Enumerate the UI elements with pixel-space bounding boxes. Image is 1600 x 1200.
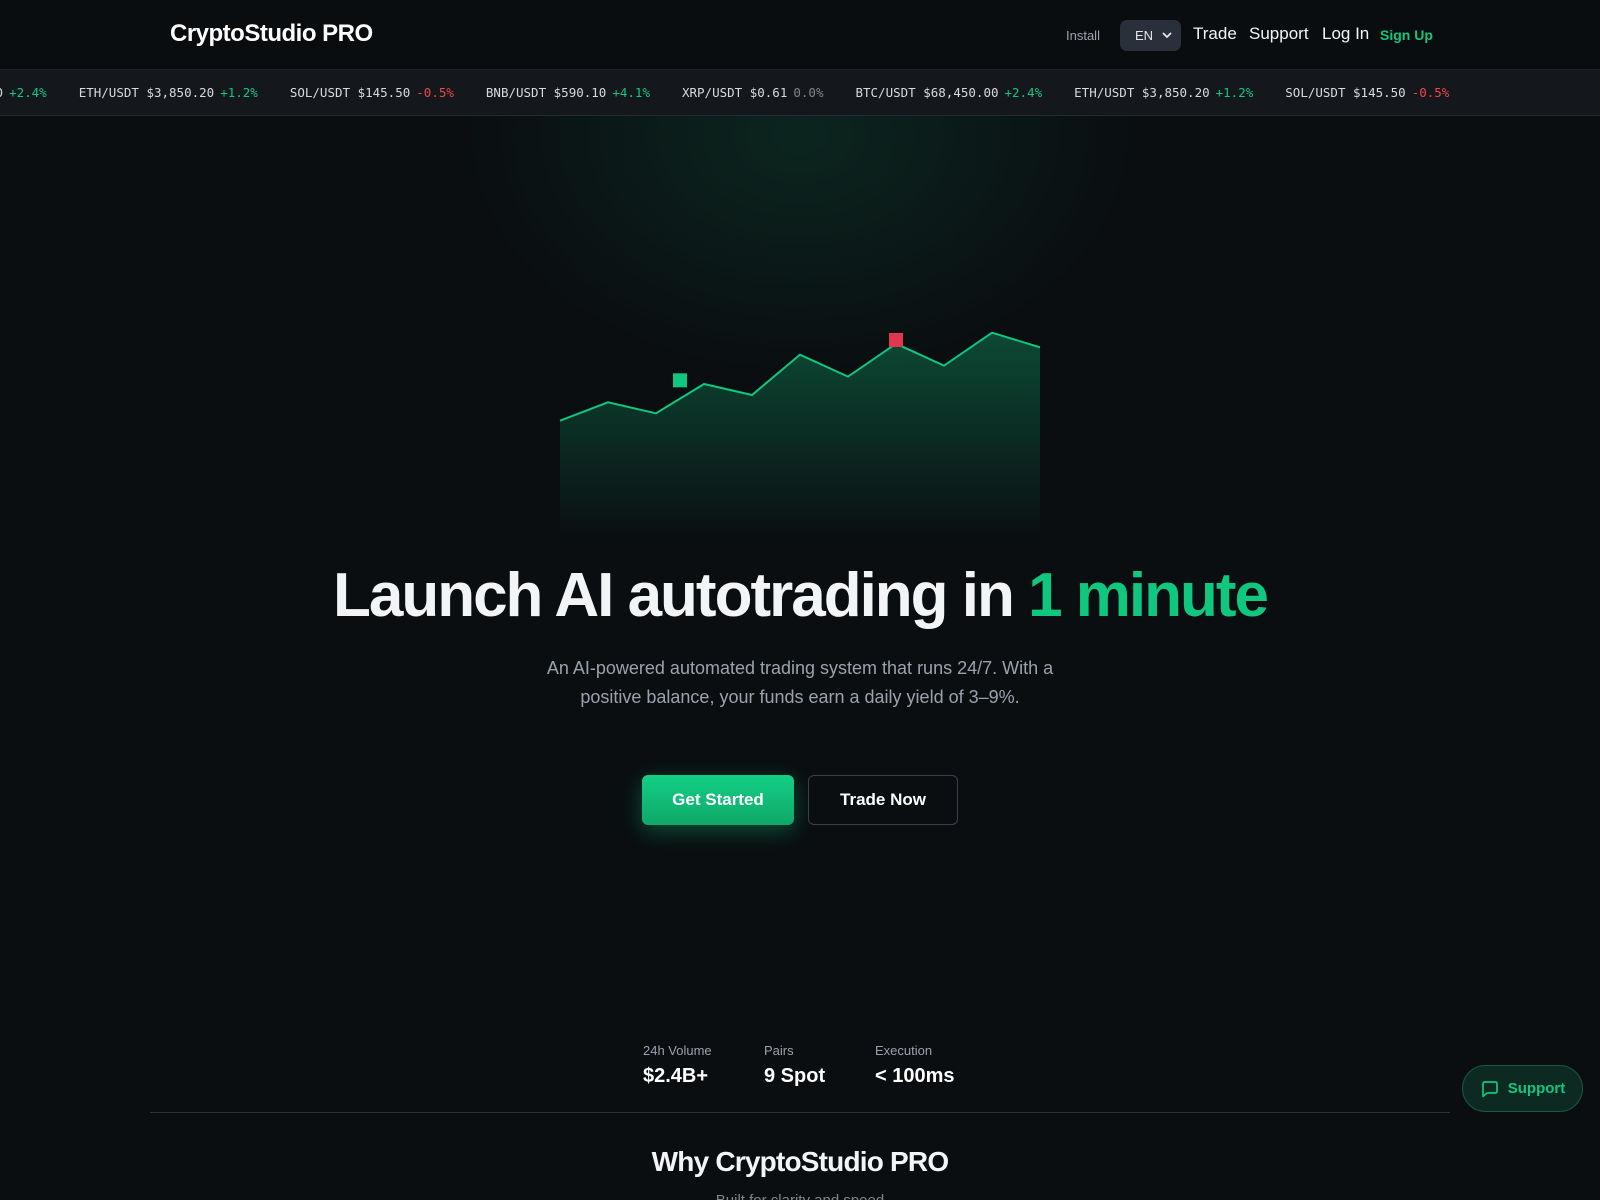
hero-subtitle: An AI-powered automated trading system t… [546,658,1054,707]
ticker-pair: SOL/USDT [289,85,351,100]
install-link[interactable]: Install [1066,28,1100,43]
section-title: Why CryptoStudio PRO [651,1146,949,1177]
chevron-down-icon [1162,32,1172,38]
ticker-pair-price: $68,450.00 [923,85,999,100]
trade-now-button[interactable]: Trade Now [808,775,958,825]
nav-trade[interactable]: Trade [1193,24,1237,44]
ticker-pair: BTC/USDT [855,85,916,100]
hero-headline: Launch AI autotrading in 1 minute [0,560,1600,631]
ticker-item: ETH/USDT $3,850.20 +1.2% [79,85,258,100]
ticker-item: XRP/USDT $0.61 0.0% [682,85,824,100]
stat-label: 24h Volume [643,1043,712,1058]
ticker-pair: ETH/USDT [78,85,139,100]
support-chat-button[interactable]: Support [1462,1065,1583,1112]
ticker-pair-price: 00 [0,85,3,100]
chart-area [560,332,1040,540]
stat-volume: 24h Volume $2.4B+ [643,1043,712,1088]
nav-support[interactable]: Support [1249,24,1309,44]
brand-logo[interactable]: CryptoStudio PRO [170,20,373,48]
ticker-change: 0.0% [793,85,824,100]
ticker-pair: SOL/USDT [1285,85,1346,100]
ticker-change: +2.4% [1004,85,1043,100]
ticker-pair-price: $145.50 [357,85,411,100]
ticker-pair-price: $3,850.20 [1141,85,1210,100]
stat-pairs: Pairs 9 Spot [764,1043,825,1088]
ticker-item: BTC/USDT $68,450.00 +2.4% [855,85,1042,100]
nav-signup[interactable]: Sign Up [1380,27,1433,43]
ticker-pair-price: $3,850.20 [146,85,215,100]
ticker-item: SOL/USDT $145.50 -0.5% [290,85,454,100]
section-subtitle: Built for clarity and speed [0,1192,1600,1200]
get-started-button[interactable]: Get Started [642,775,794,825]
stat-value: $2.4B+ [643,1065,709,1087]
stat-label: Pairs [764,1043,794,1058]
ticker-item: SOL/USDT $145.50 -0.5% [1285,85,1449,100]
hero-chart [559,331,1041,540]
ticker-change: -0.5% [1411,85,1450,100]
nav-login[interactable]: Log In [1322,24,1369,44]
ticker-change: +1.2% [220,85,258,100]
chat-bubble-icon [1481,1080,1498,1097]
chart-marker [889,333,903,347]
ticker-item: ETH/USDT $3,850.20 +1.2% [1074,85,1253,100]
ticker-item: 00 +2.4% [0,85,47,100]
ticker-change: -0.5% [416,85,454,100]
language-value: EN [1135,28,1154,43]
ticker-pair: ETH/USDT [1074,85,1135,100]
price-ticker: 00 +2.4% ETH/USDT $3,850.20 +1.2% SOL/USDT $… [0,70,1600,116]
language-select[interactable]: EN [1120,20,1181,51]
ticker-pair: XRP/USDT [681,85,743,100]
stat-value: 9 Spot [764,1065,826,1087]
top-navbar: CryptoStudio PRO Install EN Trade Suppor… [0,0,1600,70]
chart-marker [673,373,687,388]
ticker-change: +1.2% [1215,85,1254,100]
support-chat-label: Support [1507,1080,1566,1097]
ticker-change: +4.1% [612,85,650,100]
stat-value: < 100ms [875,1065,955,1087]
section-divider [150,1112,1450,1113]
headline-accent: 1 minute [1028,561,1269,630]
stat-label: Execution [875,1043,933,1058]
ticker-track: 00 +2.4% ETH/USDT $3,850.20 +1.2% SOL/USDT $… [0,85,1481,100]
stat-execution: Execution < 100ms [875,1043,955,1088]
ticker-pair-price: $145.50 [1353,85,1406,100]
ticker-pair-price: $590.10 [553,85,607,100]
ticker-pair-price: $0.61 [749,85,788,100]
headline-main: Launch AI autotrading in [332,561,1029,630]
ticker-item: BNB/USDT $590.10 +4.1% [486,85,650,100]
ticker-change: +2.4% [9,85,47,100]
ticker-pair: BNB/USDT [485,85,547,100]
